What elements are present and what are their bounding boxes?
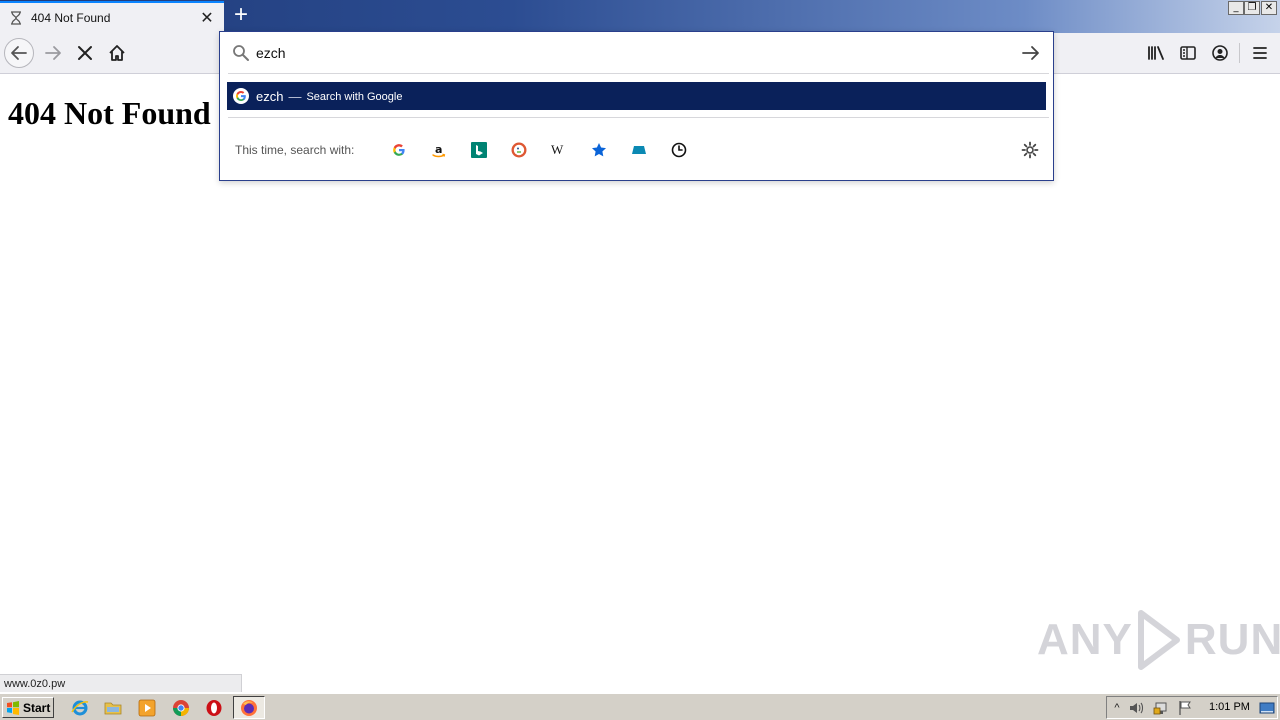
- svg-text:W: W: [551, 143, 564, 157]
- file-explorer-icon[interactable]: [103, 698, 123, 718]
- urlbar: [220, 32, 1053, 74]
- suggestion-action: Search with Google: [306, 91, 403, 103]
- go-arrow-icon[interactable]: [1020, 43, 1042, 63]
- window-maximize-button[interactable]: ❐: [1244, 1, 1260, 15]
- google-icon: [233, 88, 249, 104]
- tab-title: 404 Not Found: [31, 11, 111, 25]
- bookmark-star-icon[interactable]: [588, 139, 610, 161]
- toolbar-separator: [1239, 43, 1240, 63]
- wikipedia-icon[interactable]: W: [548, 139, 570, 161]
- amazon-icon[interactable]: a: [428, 139, 450, 161]
- action-center-flag-icon[interactable]: [1177, 700, 1193, 716]
- back-button[interactable]: [4, 38, 34, 68]
- suggestion-separator: —: [288, 88, 302, 104]
- stop-x-icon: [78, 46, 92, 60]
- urlbar-popup: ezch — Search with Google This time, sea…: [219, 31, 1054, 181]
- network-icon[interactable]: [1153, 700, 1169, 716]
- home-icon: [109, 45, 125, 61]
- url-input[interactable]: [256, 41, 1016, 65]
- volume-icon[interactable]: [1129, 700, 1145, 716]
- home-button[interactable]: [102, 38, 132, 68]
- tab-active[interactable]: 404 Not Found ✕: [0, 1, 224, 33]
- window-minimize-button[interactable]: _: [1228, 1, 1244, 15]
- urlbar-divider: [228, 73, 1049, 74]
- windows-logo-icon: [7, 700, 19, 715]
- back-arrow-icon: [11, 46, 27, 60]
- forward-button[interactable]: [38, 38, 68, 68]
- forward-arrow-icon: [45, 46, 61, 60]
- stop-button[interactable]: [70, 38, 100, 68]
- show-hidden-icons-button[interactable]: ^: [1109, 700, 1125, 716]
- tab-close-button[interactable]: ✕: [196, 7, 218, 29]
- windows-taskbar: Start ^ 1:01 PM: [0, 693, 1280, 720]
- start-button[interactable]: Start: [2, 697, 54, 718]
- status-bar: www.0z0.pw: [0, 674, 242, 692]
- taskbar-firefox-button[interactable]: [233, 696, 265, 719]
- new-tab-button[interactable]: +: [228, 3, 254, 29]
- opera-icon[interactable]: [204, 698, 224, 718]
- account-icon: [1212, 45, 1228, 61]
- internet-explorer-icon[interactable]: [70, 698, 90, 718]
- media-player-icon[interactable]: [137, 698, 157, 718]
- page-title: 404 Not Found: [8, 95, 211, 131]
- library-button[interactable]: [1141, 38, 1171, 68]
- chrome-icon[interactable]: [171, 698, 191, 718]
- hamburger-menu-icon: [1253, 47, 1267, 59]
- svg-text:a: a: [435, 143, 442, 156]
- suggestion-term: ezch: [256, 88, 284, 104]
- library-icon: [1148, 46, 1164, 60]
- one-off-label: This time, search with:: [235, 143, 355, 157]
- show-desktop-icon[interactable]: [1259, 700, 1275, 716]
- menu-button[interactable]: [1245, 38, 1275, 68]
- watermark-right-text: RUN: [1184, 615, 1280, 664]
- duckduckgo-icon[interactable]: [508, 139, 530, 161]
- account-button[interactable]: [1205, 38, 1235, 68]
- tabs-icon[interactable]: [628, 139, 650, 161]
- system-tray: ^ 1:01 PM: [1106, 696, 1278, 719]
- sidebar-icon: [1180, 46, 1196, 60]
- anyrun-watermark: ANY RUN: [1037, 605, 1280, 675]
- history-clock-icon[interactable]: [668, 139, 690, 161]
- hourglass-loading-icon: [8, 10, 24, 26]
- window-close-button[interactable]: ✕: [1261, 1, 1277, 15]
- google-icon[interactable]: [388, 139, 410, 161]
- one-off-divider: [228, 117, 1049, 118]
- taskbar-clock: 1:01 PM: [1209, 701, 1250, 713]
- sidebar-button[interactable]: [1173, 38, 1203, 68]
- firefox-icon: [241, 699, 257, 716]
- bing-icon[interactable]: [468, 139, 490, 161]
- screen: 404 Not Found ✕ + _ ❐ ✕ 404 Not Found ez…: [0, 0, 1280, 720]
- search-settings-gear-icon[interactable]: [1019, 139, 1041, 161]
- start-label: Start: [23, 700, 51, 715]
- browser-titlebar: 404 Not Found ✕ + _ ❐ ✕: [0, 0, 1280, 33]
- watermark-left-text: ANY: [1037, 615, 1133, 664]
- search-suggestion-row[interactable]: ezch — Search with Google: [227, 82, 1046, 110]
- search-icon: [232, 44, 250, 62]
- play-logo-icon: [1137, 610, 1180, 670]
